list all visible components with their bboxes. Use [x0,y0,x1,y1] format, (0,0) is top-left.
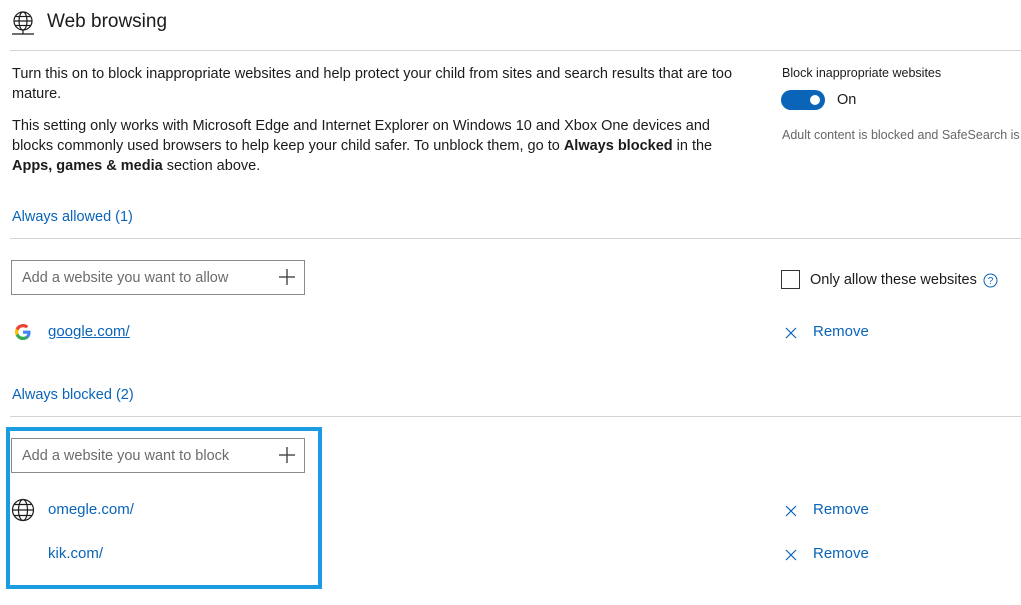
blocked-divider [10,416,1021,417]
add-allowed-plus-icon[interactable] [278,268,296,286]
page-title: Web browsing [47,11,168,32]
toggle-knob [810,95,820,105]
globe-icon [11,498,35,522]
block-website-field [11,438,305,473]
header-divider [10,50,1021,51]
allowed-divider [10,238,1021,239]
only-allow-checkbox[interactable] [781,270,800,289]
intro-paragraph-1: Turn this on to block inappropriate webs… [12,66,733,102]
google-icon [15,324,31,340]
close-icon[interactable] [784,548,798,562]
block-website-input[interactable] [12,439,272,472]
blocked-site-link[interactable]: kik.com/ [48,545,103,562]
remove-google-button[interactable]: Remove [813,323,869,340]
svg-text:?: ? [988,276,994,287]
allowed-site-link[interactable]: google.com/ [48,323,130,340]
remove-kik-button[interactable]: Remove [813,545,869,562]
allow-website-input[interactable] [12,261,272,294]
intro-paragraph-2: This setting only works with Microsoft E… [12,118,713,174]
add-blocked-plus-icon[interactable] [278,446,296,464]
always-blocked-header[interactable]: Always blocked (2) [12,387,134,403]
globe-icon [12,11,34,35]
allow-website-field [11,260,305,295]
block-inappropriate-toggle[interactable] [781,90,825,110]
remove-omegle-button[interactable]: Remove [813,501,869,518]
close-icon[interactable] [784,326,798,340]
only-allow-label: Only allow these websites [810,272,977,288]
always-allowed-header[interactable]: Always allowed (1) [12,209,133,225]
block-inappropriate-label: Block inappropriate websites [782,66,942,80]
blocked-site-link[interactable]: omegle.com/ [48,501,134,518]
close-icon[interactable] [784,504,798,518]
safesearch-note: Adult content is blocked and SafeSearch … [782,128,1020,142]
toggle-state-label: On [837,92,857,108]
help-icon[interactable]: ? [983,273,998,288]
